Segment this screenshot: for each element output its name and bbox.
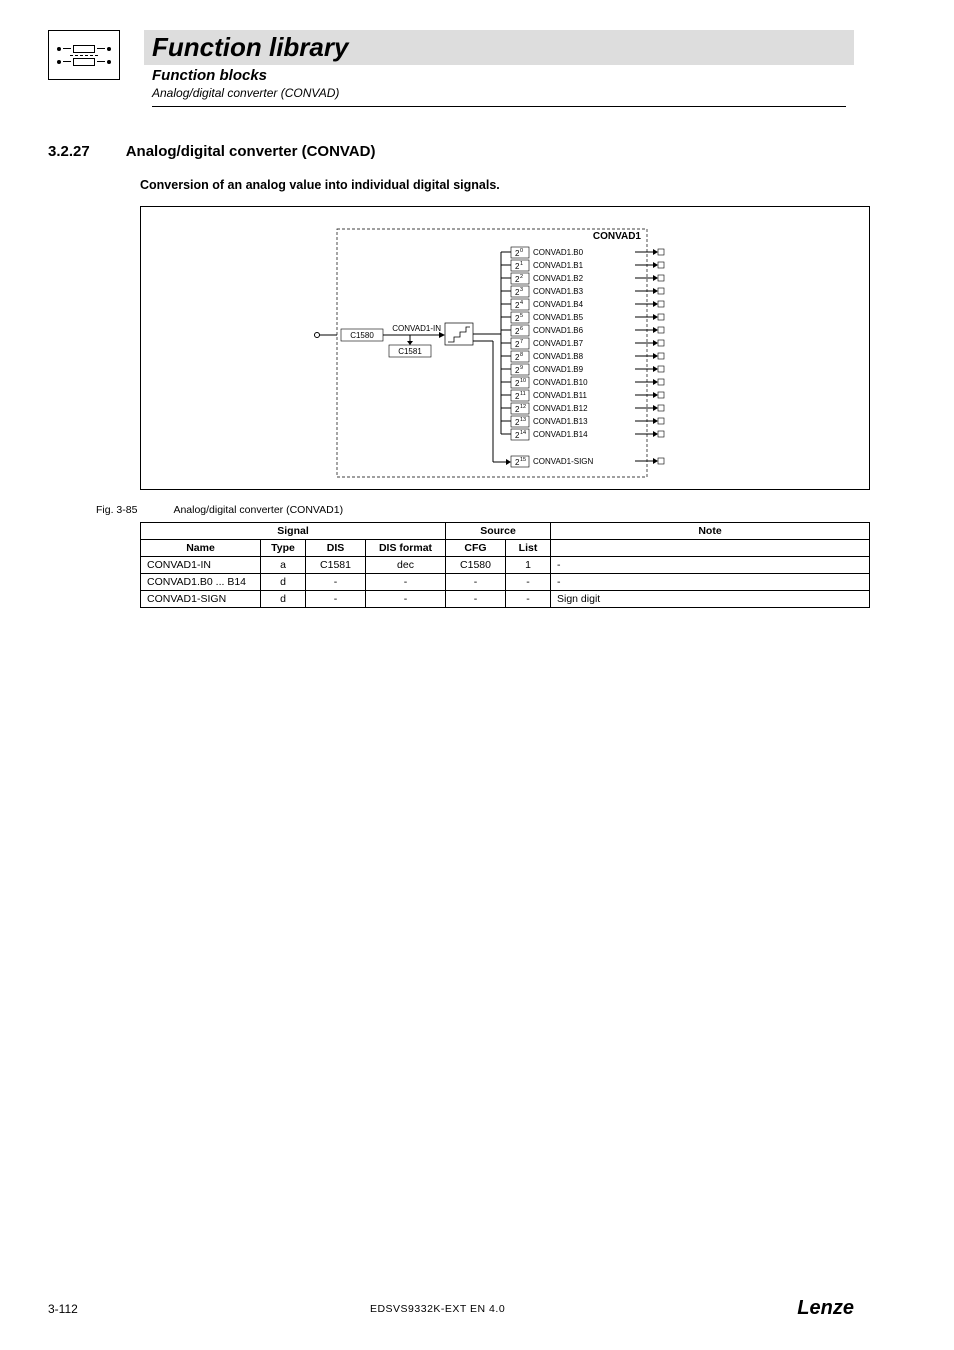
svg-text:0: 0	[520, 248, 523, 254]
th-signal: Signal	[141, 523, 446, 540]
page-footer: 3-112 EDSVS9332K-EXT EN 4.0 Lenze	[0, 1297, 954, 1320]
svg-text:15: 15	[520, 457, 526, 463]
c1580-box: C1580	[350, 331, 374, 340]
sign-label: CONVAD1-SIGN	[533, 457, 594, 466]
svg-text:14: 14	[520, 430, 526, 436]
svg-text:9: 9	[520, 365, 523, 371]
svg-text:2: 2	[520, 274, 523, 280]
block-name: CONVAD1	[593, 231, 642, 242]
figure-caption-text: Analog/digital converter (CONVAD1)	[173, 504, 343, 516]
footer-brand: Lenze	[797, 1297, 854, 1320]
footer-docid: EDSVS9332K-EXT EN 4.0	[370, 1303, 505, 1315]
bit-label: CONVAD1.B6	[533, 326, 584, 335]
bit-label: CONVAD1.B5	[533, 313, 584, 322]
table-cell: -	[366, 591, 446, 608]
bit-label: CONVAD1.B8	[533, 352, 584, 361]
subtitle-2: Analog/digital converter (CONVAD)	[152, 86, 846, 100]
svg-text:12: 12	[520, 404, 526, 410]
th-dis: DIS	[306, 540, 366, 557]
bit-label: CONVAD1.B1	[533, 261, 584, 270]
bit-label: CONVAD1.B13	[533, 417, 588, 426]
table-cell: dec	[366, 557, 446, 574]
figure-tag: Fig. 3-85	[96, 504, 137, 516]
table-cell: -	[446, 574, 506, 591]
convad-diagram: CONVAD1 C1580 CONVAD1-IN C1581 20C	[141, 219, 871, 487]
table-cell: d	[261, 591, 306, 608]
bit-label: CONVAD1.B7	[533, 339, 584, 348]
input-label: CONVAD1-IN	[392, 324, 441, 333]
page-header: Function library Function blocks Analog/…	[0, 0, 954, 107]
bit-label: CONVAD1.B2	[533, 274, 584, 283]
th-note: Note	[551, 523, 870, 540]
figure-caption: Fig. 3-85 Analog/digital converter (CONV…	[96, 504, 854, 516]
diagram-figure: CONVAD1 C1580 CONVAD1-IN C1581 20C	[140, 206, 870, 490]
table-cell: -	[506, 574, 551, 591]
bit-label: CONVAD1.B3	[533, 287, 584, 296]
table-cell: -	[366, 574, 446, 591]
bit-label: CONVAD1.B11	[533, 391, 587, 400]
table-cell: -	[306, 591, 366, 608]
table-cell: -	[446, 591, 506, 608]
svg-text:11: 11	[520, 391, 526, 397]
table-row: CONVAD1-SIGNd----Sign digit	[141, 591, 870, 608]
th-disfmt: DIS format	[366, 540, 446, 557]
logo-icon	[48, 30, 120, 80]
table-cell: CONVAD1.B0 ... B14	[141, 574, 261, 591]
th-type: Type	[261, 540, 306, 557]
bit-label: CONVAD1.B9	[533, 365, 584, 374]
footer-page: 3-112	[48, 1302, 78, 1316]
svg-text:3: 3	[520, 287, 523, 293]
svg-text:10: 10	[520, 378, 526, 384]
table-cell: -	[306, 574, 366, 591]
svg-text:13: 13	[520, 417, 526, 423]
bit-label: CONVAD1.B10	[533, 378, 588, 387]
bit-label: CONVAD1.B14	[533, 430, 588, 439]
svg-text:7: 7	[520, 339, 523, 345]
table-row: CONVAD1-INaC1581decC15801-	[141, 557, 870, 574]
svg-text:5: 5	[520, 313, 523, 319]
table-cell: a	[261, 557, 306, 574]
section-description: Conversion of an analog value into indiv…	[140, 178, 854, 192]
subtitle-1: Function blocks	[152, 67, 846, 84]
signal-table: Signal Source Note Name Type DIS DIS for…	[140, 522, 870, 608]
table-cell: C1580	[446, 557, 506, 574]
table-cell: C1581	[306, 557, 366, 574]
section-title: Analog/digital converter (CONVAD)	[126, 143, 376, 160]
table-cell: -	[551, 557, 870, 574]
title-bar: Function library	[144, 30, 854, 65]
th-name: Name	[141, 540, 261, 557]
page-title: Function library	[152, 32, 846, 63]
bit-label: CONVAD1.B4	[533, 300, 584, 309]
table-cell: d	[261, 574, 306, 591]
svg-text:1: 1	[520, 261, 523, 267]
th-note2	[551, 540, 870, 557]
table-cell: Sign digit	[551, 591, 870, 608]
table-cell: -	[551, 574, 870, 591]
table-cell: -	[506, 591, 551, 608]
bit-label: CONVAD1.B12	[533, 404, 588, 413]
svg-text:4: 4	[520, 300, 523, 306]
th-cfg: CFG	[446, 540, 506, 557]
table-cell: CONVAD1-IN	[141, 557, 261, 574]
section-heading: 3.2.27 Analog/digital converter (CONVAD)	[48, 143, 854, 160]
svg-text:8: 8	[520, 352, 523, 358]
table-cell: 1	[506, 557, 551, 574]
svg-text:6: 6	[520, 326, 523, 332]
bit-label: CONVAD1.B0	[533, 248, 584, 257]
section-number: 3.2.27	[48, 143, 90, 160]
th-source: Source	[446, 523, 551, 540]
table-cell: CONVAD1-SIGN	[141, 591, 261, 608]
c1581-box: C1581	[398, 347, 422, 356]
table-row: CONVAD1.B0 ... B14d-----	[141, 574, 870, 591]
th-list: List	[506, 540, 551, 557]
